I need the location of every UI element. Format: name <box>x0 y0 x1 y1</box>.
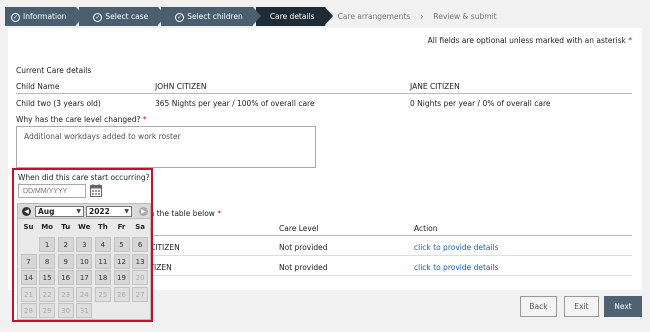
row-care-level: Not provided <box>279 263 328 272</box>
asterisk-icon: * <box>142 115 147 124</box>
calendar-day[interactable]: 5 <box>113 237 130 252</box>
calendar-icon[interactable] <box>90 184 102 197</box>
calendar-header: ◀ Aug ▼ 2022 ▼ ▶ <box>18 204 150 219</box>
step-select-case[interactable]: ✓ Select case <box>79 7 166 26</box>
calendar-empty-cell <box>95 303 111 318</box>
current-care-heading: Current Care details <box>16 66 92 75</box>
next-button[interactable]: Next <box>604 296 642 317</box>
weekday-label: We <box>78 223 91 231</box>
calendar-day: 25 <box>94 286 111 302</box>
reason-textarea[interactable]: Additional workdays added to work roster <box>16 126 316 168</box>
calendar-day: 23 <box>57 286 74 302</box>
calendar-day: 21 <box>20 286 37 302</box>
calendar-day[interactable]: 10 <box>76 253 93 269</box>
divider <box>16 93 632 94</box>
weekday-label: Su <box>23 223 34 231</box>
required-hint: All fields are optional unless marked wi… <box>427 36 632 45</box>
parent1-care: 365 Nights per year / 100% of overall ca… <box>155 99 315 108</box>
month-select[interactable]: Aug ▼ <box>35 206 84 217</box>
calendar-day[interactable]: 13 <box>132 253 149 269</box>
exit-button[interactable]: Exit <box>564 296 599 317</box>
provide-details-link[interactable]: click to provide details <box>414 243 499 252</box>
chevron-down-icon: ▼ <box>76 208 81 215</box>
calendar-day[interactable]: 16 <box>57 270 74 285</box>
calendar-day[interactable]: 12 <box>113 253 130 269</box>
calendar-empty-cell <box>21 237 37 252</box>
weekday-label: Mo <box>41 223 53 231</box>
calendar-day[interactable]: 11 <box>94 253 111 269</box>
calendar-day: 26 <box>113 286 130 302</box>
col-child-name: Child Name <box>16 82 60 91</box>
reason-label: Why has the care level changed? * <box>16 115 147 124</box>
calendar-day[interactable]: 7 <box>20 253 37 269</box>
calendar-day: 20 <box>132 270 149 285</box>
date-picker-highlight: When did this care start occurring? * ◀ … <box>12 168 153 322</box>
calendar-day: 28 <box>20 303 37 318</box>
asterisk-icon: * <box>628 36 632 45</box>
weekday-label: Fr <box>117 223 126 231</box>
back-button[interactable]: Back <box>520 296 557 317</box>
calendar-day: 27 <box>132 286 149 302</box>
calendar-day[interactable]: 8 <box>39 253 56 269</box>
calendar-dropdown: ◀ Aug ▼ 2022 ▼ ▶ Su Mo Tu We Th Fr Sa 1 2 3 4 5 6 7 8 9 10… <box>17 203 151 320</box>
progress-steps: ✓ Information ✓ Select case ✓ Select childr… <box>5 7 503 26</box>
calendar-day[interactable]: 1 <box>39 237 56 252</box>
start-date-input[interactable] <box>18 184 86 198</box>
check-icon: ✓ <box>175 12 185 22</box>
calendar-day[interactable]: 9 <box>57 253 74 269</box>
prev-month-icon[interactable]: ◀ <box>22 207 31 216</box>
col-care-level: Care Level <box>279 224 319 233</box>
parent2-care: 0 Nights per year / 0% of overall care <box>410 99 551 108</box>
calendar-empty-cell <box>132 303 148 318</box>
next-month-icon[interactable]: ▶ <box>139 207 148 216</box>
year-select[interactable]: 2022 ▼ <box>86 206 132 217</box>
step-information[interactable]: ✓ Information <box>5 7 85 26</box>
calendar-day: 22 <box>39 286 56 302</box>
step-care-details: Care details <box>255 7 333 26</box>
calendar-day: 24 <box>76 286 93 302</box>
step-care-arrangements: Care arrangements <box>337 12 411 21</box>
col-parent2: JANE CITIZEN <box>410 82 460 91</box>
calendar-day[interactable]: 18 <box>94 270 111 285</box>
calendar-day[interactable]: 19 <box>113 270 130 285</box>
calendar-day[interactable]: 17 <box>76 270 93 285</box>
child-name: Child two (3 years old) <box>16 99 101 108</box>
col-action: Action <box>414 224 438 233</box>
weekday-label: Th <box>98 223 108 231</box>
calendar-day[interactable]: 3 <box>76 237 93 252</box>
asterisk-icon: * <box>217 209 222 218</box>
calendar-day[interactable]: 14 <box>20 270 37 285</box>
calendar-day: 29 <box>39 303 56 318</box>
calendar-empty-cell <box>114 303 130 318</box>
calendar-day[interactable]: 15 <box>39 270 56 285</box>
calendar-day[interactable]: 2 <box>57 237 74 252</box>
check-icon: ✓ <box>93 12 103 22</box>
calendar-day: 30 <box>57 303 74 318</box>
check-icon: ✓ <box>11 12 20 22</box>
chevron-right-icon: › <box>420 12 424 21</box>
col-parent1: JOHN CITIZEN <box>155 82 207 91</box>
calendar-day: 31 <box>76 303 93 318</box>
weekday-label: Tu <box>61 223 71 231</box>
step-review-submit: Review & submit <box>433 12 497 21</box>
calendar-day[interactable]: 6 <box>132 237 149 252</box>
row-care-level: Not provided <box>279 243 328 252</box>
chevron-down-icon: ▼ <box>124 208 129 215</box>
provide-details-link[interactable]: click to provide details <box>414 263 499 272</box>
calendar-day[interactable]: 4 <box>94 237 111 252</box>
provide-care-label: r in the table below * <box>142 209 222 218</box>
step-select-children[interactable]: ✓ Select children <box>161 7 261 26</box>
weekday-label: Sa <box>135 223 145 231</box>
